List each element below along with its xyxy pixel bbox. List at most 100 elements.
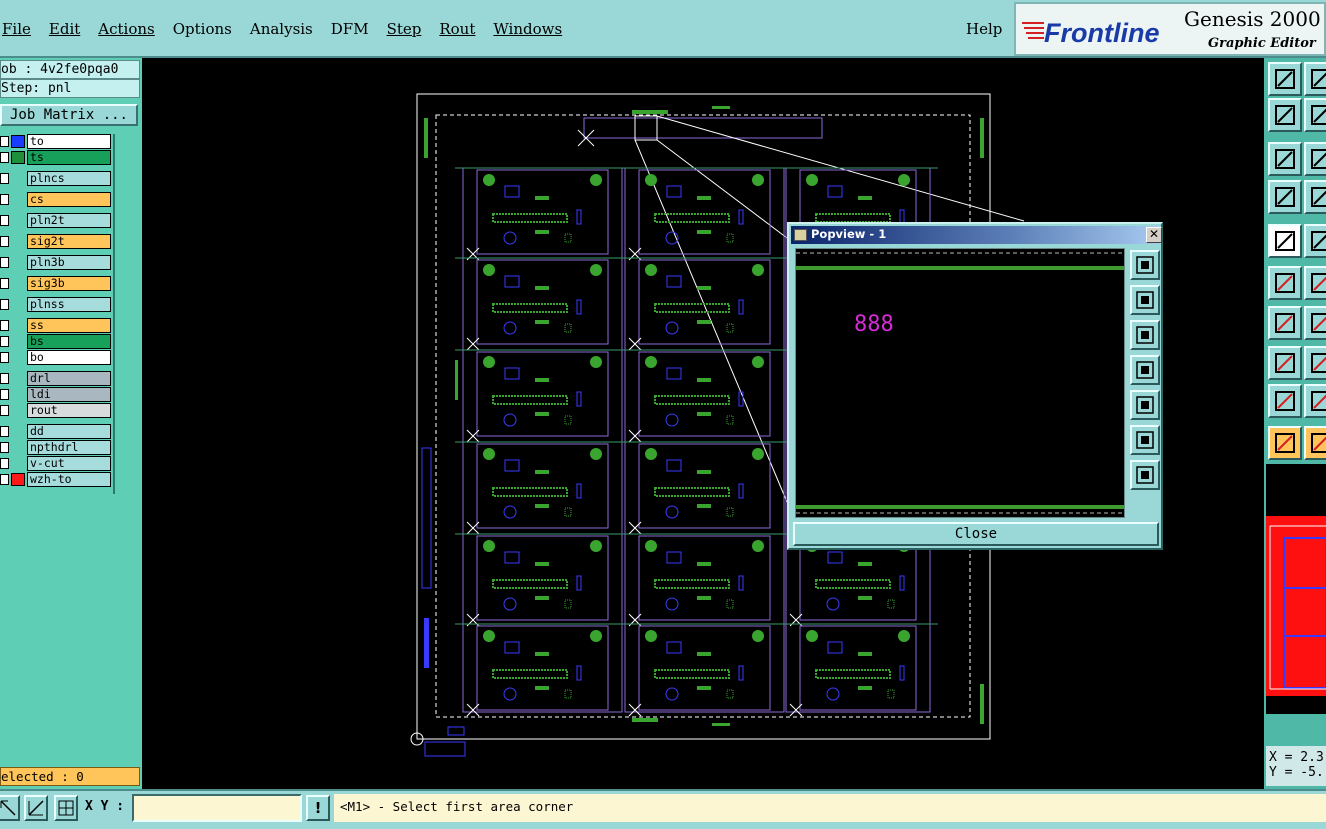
- pan-down-icon[interactable]: [1130, 320, 1160, 350]
- layer-row-npthdrl[interactable]: npthdrl: [0, 440, 112, 455]
- zoom-icon[interactable]: [1304, 142, 1326, 176]
- layer-name[interactable]: bo: [27, 350, 111, 365]
- menu-help[interactable]: Help: [966, 19, 1002, 39]
- pointer-icon[interactable]: [1268, 426, 1302, 460]
- layer-color-swatch[interactable]: [11, 151, 25, 164]
- panel-icon[interactable]: [1304, 98, 1326, 132]
- job-matrix-button[interactable]: Job Matrix ...: [0, 104, 138, 126]
- menu-analysis[interactable]: Analysis: [241, 19, 322, 39]
- layer-name[interactable]: rout: [27, 403, 111, 418]
- layer-row-ss[interactable]: ss: [0, 318, 112, 333]
- layer-name[interactable]: to: [27, 134, 111, 149]
- zoom-home-icon[interactable]: [1130, 425, 1160, 455]
- layer-checkbox[interactable]: [0, 173, 9, 184]
- layer-name[interactable]: ldi: [27, 387, 111, 402]
- layer-checkbox[interactable]: [0, 336, 9, 347]
- arc-icon[interactable]: [1304, 384, 1326, 418]
- layer-row-pln2t[interactable]: pln2t: [0, 213, 112, 228]
- info-icon[interactable]: [1304, 180, 1326, 214]
- pointer2-icon[interactable]: [1304, 426, 1326, 460]
- shape-icon[interactable]: [1268, 346, 1302, 380]
- layer-name[interactable]: pln2t: [27, 213, 111, 228]
- layer-color-swatch[interactable]: [11, 473, 25, 486]
- zoom-fit-icon[interactable]: [1268, 142, 1302, 176]
- close-icon[interactable]: ✕: [1146, 227, 1162, 243]
- layer-checkbox[interactable]: [0, 194, 9, 205]
- open-icon[interactable]: [1268, 62, 1302, 96]
- layer-checkbox[interactable]: [0, 442, 9, 453]
- layer-name[interactable]: npthdrl: [27, 440, 111, 455]
- layer-checkbox[interactable]: [0, 215, 9, 226]
- line2-icon[interactable]: [1304, 306, 1326, 340]
- layer-checkbox[interactable]: [0, 458, 9, 469]
- layer-name[interactable]: drl: [27, 371, 111, 386]
- layer-row-sig3b[interactable]: sig3b: [0, 276, 112, 291]
- layer-checkbox[interactable]: [0, 278, 9, 289]
- pan-right-icon[interactable]: [1130, 390, 1160, 420]
- grid-icon[interactable]: [54, 795, 78, 821]
- layer-row-wzh-to[interactable]: wzh-to: [0, 472, 112, 487]
- layer-name[interactable]: sig3b: [27, 276, 111, 291]
- layer-name[interactable]: pln3b: [27, 255, 111, 270]
- xy-input[interactable]: [132, 794, 302, 822]
- menu-rout[interactable]: Rout: [430, 19, 484, 39]
- line-icon[interactable]: [1268, 306, 1302, 340]
- layer-name[interactable]: wzh-to: [27, 472, 111, 487]
- settings-icon[interactable]: [1268, 180, 1302, 214]
- snap-icon[interactable]: [0, 795, 20, 821]
- layer-row-v-cut[interactable]: v-cut: [0, 456, 112, 471]
- layer-checkbox[interactable]: [0, 320, 9, 331]
- menu-file[interactable]: File: [0, 19, 40, 39]
- layer-checkbox[interactable]: [0, 405, 9, 416]
- zoom-fit-icon[interactable]: [1130, 460, 1160, 490]
- layer-row-plnss[interactable]: plnss: [0, 297, 112, 312]
- layer-row-bo[interactable]: bo: [0, 350, 112, 365]
- menu-step[interactable]: Step: [378, 19, 431, 39]
- warning-button[interactable]: !: [306, 795, 330, 821]
- layer-row-sig2t[interactable]: sig2t: [0, 234, 112, 249]
- dash-icon[interactable]: [1304, 346, 1326, 380]
- pan-up-icon[interactable]: [1130, 285, 1160, 315]
- zoom-window-icon[interactable]: [1130, 250, 1160, 280]
- layer-row-cs[interactable]: cs: [0, 192, 112, 207]
- layer-name[interactable]: bs: [27, 334, 111, 349]
- pen-icon[interactable]: [1304, 224, 1326, 258]
- layer-row-pln3b[interactable]: pln3b: [0, 255, 112, 270]
- layer-checkbox[interactable]: [0, 426, 9, 437]
- cross-icon[interactable]: [1304, 266, 1326, 300]
- connect-icon[interactable]: [1268, 266, 1302, 300]
- layer-checkbox[interactable]: [0, 389, 9, 400]
- layer-checkbox[interactable]: [0, 236, 9, 247]
- layer-name[interactable]: plncs: [27, 171, 111, 186]
- pan-left-icon[interactable]: [1130, 355, 1160, 385]
- layer-name[interactable]: v-cut: [27, 456, 111, 471]
- layer-checkbox[interactable]: [0, 257, 9, 268]
- layer-name[interactable]: dd: [27, 424, 111, 439]
- window-menu-icon[interactable]: [794, 229, 807, 241]
- layer-checkbox[interactable]: [0, 152, 9, 163]
- layer-checkbox[interactable]: [0, 136, 9, 147]
- layer-checkbox[interactable]: [0, 299, 9, 310]
- layer-row-drl[interactable]: drl: [0, 371, 112, 386]
- layer-row-ldi[interactable]: ldi: [0, 387, 112, 402]
- menu-windows[interactable]: Windows: [484, 19, 571, 39]
- popview-viewport[interactable]: 888: [795, 248, 1125, 518]
- layer-color-swatch[interactable]: [11, 135, 25, 148]
- list-icon[interactable]: [1304, 62, 1326, 96]
- layer-row-plncs[interactable]: plncs: [0, 171, 112, 186]
- popview-titlebar[interactable]: Popview - 1 ✕: [791, 226, 1162, 244]
- select-icon[interactable]: [1268, 224, 1302, 258]
- layer-name[interactable]: ss: [27, 318, 111, 333]
- layer-name[interactable]: cs: [27, 192, 111, 207]
- layer-checkbox[interactable]: [0, 373, 9, 384]
- measure-icon[interactable]: [24, 795, 48, 821]
- layer-checkbox[interactable]: [0, 352, 9, 363]
- copy-icon[interactable]: [1268, 98, 1302, 132]
- layer-row-to[interactable]: to: [0, 134, 112, 149]
- menu-dfm[interactable]: DFM: [322, 19, 378, 39]
- layer-row-ts[interactable]: ts: [0, 150, 112, 165]
- layer-row-dd[interactable]: dd: [0, 424, 112, 439]
- popview-close-button[interactable]: Close: [793, 522, 1159, 546]
- menu-edit[interactable]: Edit: [40, 19, 89, 39]
- menu-actions[interactable]: Actions: [89, 19, 163, 39]
